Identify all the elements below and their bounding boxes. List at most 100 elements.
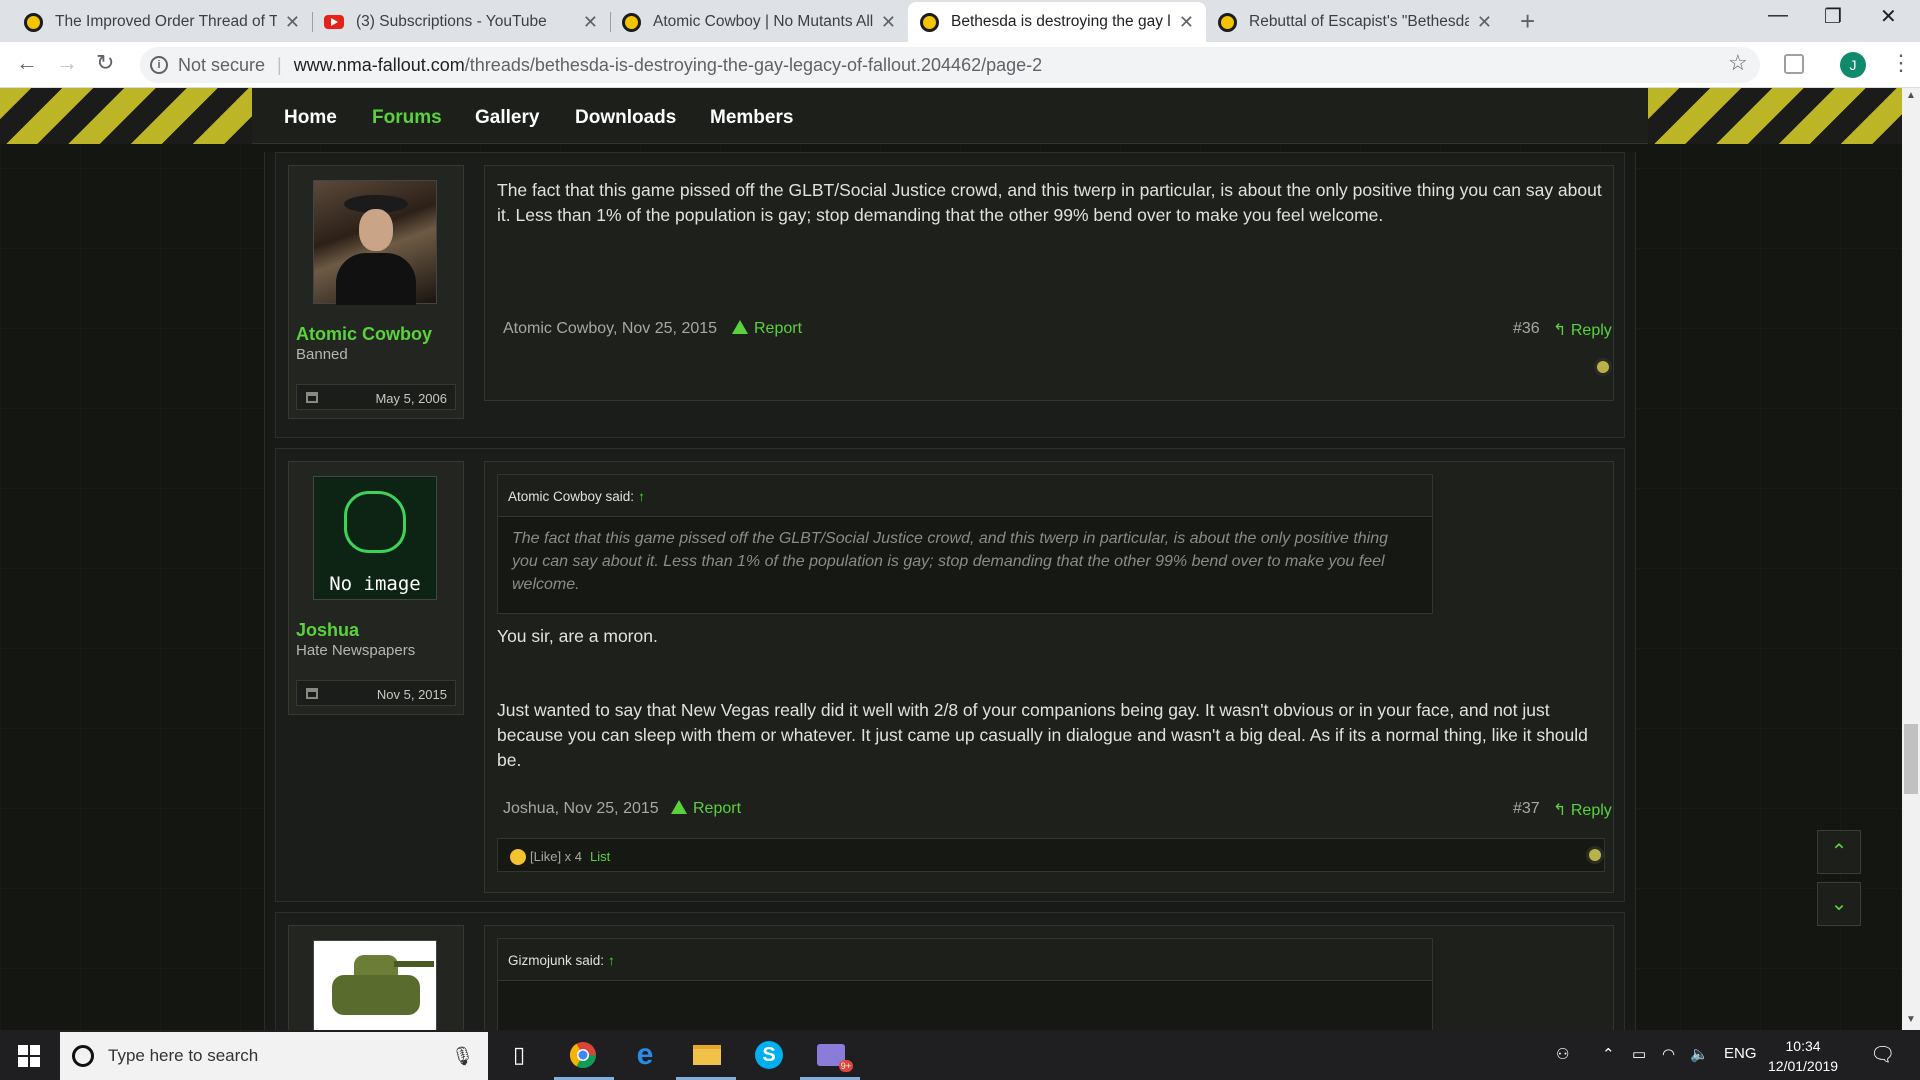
join-date: Nov 5, 2015 (296, 680, 456, 706)
people-icon[interactable]: ⚇ (1556, 1045, 1569, 1063)
battery-icon[interactable]: ▭ (1632, 1045, 1646, 1063)
language-indicator[interactable]: ENG (1724, 1045, 1757, 1062)
scroll-up-arrow-icon[interactable]: ▲ (1906, 90, 1916, 101)
report-link[interactable]: Report (732, 320, 802, 338)
cortana-icon (72, 1045, 94, 1067)
mail-app-icon[interactable]: 9+ (814, 1038, 853, 1072)
avatar[interactable]: No image (313, 476, 437, 600)
url-host: www.nma-fallout.com (293, 54, 465, 75)
nav-forums[interactable]: Forums (372, 107, 442, 129)
volume-icon[interactable]: 🔈 (1690, 1045, 1709, 1063)
minimize-icon[interactable]: — (1768, 4, 1788, 27)
maximize-icon[interactable]: ❐ (1824, 4, 1842, 29)
reply-icon: ↰ (1553, 322, 1571, 339)
close-icon[interactable]: ✕ (1477, 12, 1492, 33)
message-text: The fact that this game pissed off the G… (497, 180, 1602, 225)
forward-icon[interactable]: → (56, 50, 78, 76)
vault-boy-head-shape (344, 491, 406, 553)
scroll-down-arrow-icon[interactable]: ▼ (1906, 1014, 1916, 1025)
tab-bethesda-active[interactable]: Bethesda is destroying the gay le ✕ (908, 2, 1206, 42)
clock[interactable]: 10:34 12/01/2019 (1768, 1036, 1838, 1076)
new-tab-button[interactable]: + (1520, 6, 1535, 37)
quote-block: Atomic Cowboy said: ↑ The fact that this … (497, 474, 1433, 614)
windows-start-icon[interactable] (18, 1045, 40, 1067)
likes-list-link[interactable]: List (590, 849, 610, 864)
tab-youtube[interactable]: (3) Subscriptions - YouTube ✕ (312, 2, 610, 42)
hazard-stripe-right (1648, 88, 1902, 144)
post-38: Gizmojunk said: ↑ (275, 912, 1625, 1030)
quote-jump-arrow[interactable]: ↑ (638, 489, 645, 504)
message-body: Gizmojunk said: ↑ (484, 925, 1614, 1030)
avatar[interactable] (313, 940, 437, 1030)
likes-count: [Like] x 4 (530, 849, 583, 864)
user-info: No image Joshua Hate Newspapers Nov 5, 2… (288, 461, 464, 715)
avatar[interactable] (313, 180, 437, 305)
username[interactable]: Joshua (296, 620, 359, 641)
edge-icon[interactable]: e (628, 1038, 662, 1072)
tank-barrel-shape (394, 961, 434, 967)
close-icon[interactable]: ✕ (881, 12, 896, 33)
page-scrollbar[interactable]: ▲ ▼ (1902, 88, 1920, 1030)
tank-body-shape (332, 975, 420, 1015)
tab-title: The Improved Order Thread of Ti (55, 13, 277, 30)
tab-rebuttal[interactable]: Rebuttal of Escapist's "Bethesda i ✕ (1206, 2, 1504, 42)
tab-title: (3) Subscriptions - YouTube (356, 13, 547, 30)
tab-atomic-cowboy[interactable]: Atomic Cowboy | No Mutants All ✕ (610, 2, 908, 42)
mail-badge: 9+ (838, 1060, 853, 1072)
wifi-icon[interactable]: ◠ (1662, 1045, 1675, 1063)
quote-jump-arrow[interactable]: ↑ (608, 953, 615, 968)
bookmark-star-icon[interactable]: ☆ (1728, 50, 1748, 76)
post-meta[interactable]: Joshua, Nov 25, 2015 (503, 800, 659, 818)
divider: | (277, 54, 282, 75)
radiation-icon[interactable] (1594, 358, 1612, 376)
radiation-icon[interactable] (1586, 846, 1604, 864)
post-meta[interactable]: Atomic Cowboy, Nov 25, 2015 (503, 320, 717, 338)
skype-icon[interactable]: S (752, 1038, 786, 1072)
thread-content: Atomic Cowboy Banned May 5, 2006 The fac… (264, 152, 1636, 1030)
scroll-to-top-button[interactable]: ⌃ (1817, 830, 1861, 874)
post-number[interactable]: #36 (1513, 320, 1540, 338)
back-icon[interactable]: ← (16, 50, 38, 76)
address-bar[interactable]: i Not secure | www.nma-fallout.com /thre… (140, 47, 1760, 83)
info-icon[interactable]: i (150, 56, 168, 74)
nav-members[interactable]: Members (710, 107, 793, 129)
file-explorer-icon[interactable] (690, 1038, 724, 1072)
report-label: Report (754, 320, 803, 337)
clock-date: 12/01/2019 (1768, 1058, 1839, 1074)
clock-time: 10:34 (1785, 1038, 1821, 1054)
reply-link[interactable]: ↰ Reply (1553, 800, 1612, 820)
nav-gallery[interactable]: Gallery (475, 107, 539, 129)
close-icon[interactable]: ✕ (285, 12, 300, 33)
close-icon[interactable]: ✕ (583, 12, 598, 33)
close-window-icon[interactable]: ✕ (1880, 4, 1897, 29)
microphone-icon[interactable]: 🎙 (451, 1046, 474, 1067)
profile-avatar[interactable]: J (1840, 52, 1866, 78)
menu-icon[interactable]: ⋮ (1890, 50, 1912, 76)
reply-label: Reply (1570, 802, 1612, 819)
username[interactable]: Atomic Cowboy (296, 324, 432, 345)
task-view-icon[interactable]: ▯ (502, 1038, 536, 1072)
extensions-icon[interactable] (1784, 54, 1804, 74)
reply-link[interactable]: ↰ Reply (1553, 320, 1612, 340)
report-link[interactable]: Report (671, 800, 741, 818)
warning-icon (732, 320, 748, 334)
post-number[interactable]: #37 (1513, 800, 1540, 818)
close-icon[interactable]: ✕ (1179, 12, 1194, 33)
nav-downloads[interactable]: Downloads (575, 107, 676, 129)
reply-label: Reply (1570, 322, 1612, 339)
user-info (288, 925, 464, 1030)
user-title: Hate Newspapers (296, 642, 416, 659)
chrome-icon[interactable] (566, 1038, 600, 1072)
scroll-to-bottom-button[interactable]: ⌄ (1817, 882, 1861, 926)
scrollbar-thumb[interactable] (1904, 724, 1918, 794)
reload-icon[interactable]: ↻ (96, 50, 114, 76)
site-navbar: Home Forums Gallery Downloads Members (252, 88, 1648, 144)
post-36: Atomic Cowboy Banned May 5, 2006 The fac… (275, 152, 1625, 438)
tray-expand-icon[interactable]: ⌃ (1602, 1045, 1615, 1063)
nav-home[interactable]: Home (284, 107, 337, 129)
calendar-icon (306, 392, 318, 403)
tab-improved-order[interactable]: The Improved Order Thread of Ti ✕ (12, 2, 312, 42)
taskbar-search-box[interactable]: Type here to search 🎙 (60, 1032, 488, 1080)
tab-title: Rebuttal of Escapist's "Bethesda i (1249, 13, 1469, 30)
action-center-icon[interactable]: 🗨 (1870, 1042, 1895, 1067)
